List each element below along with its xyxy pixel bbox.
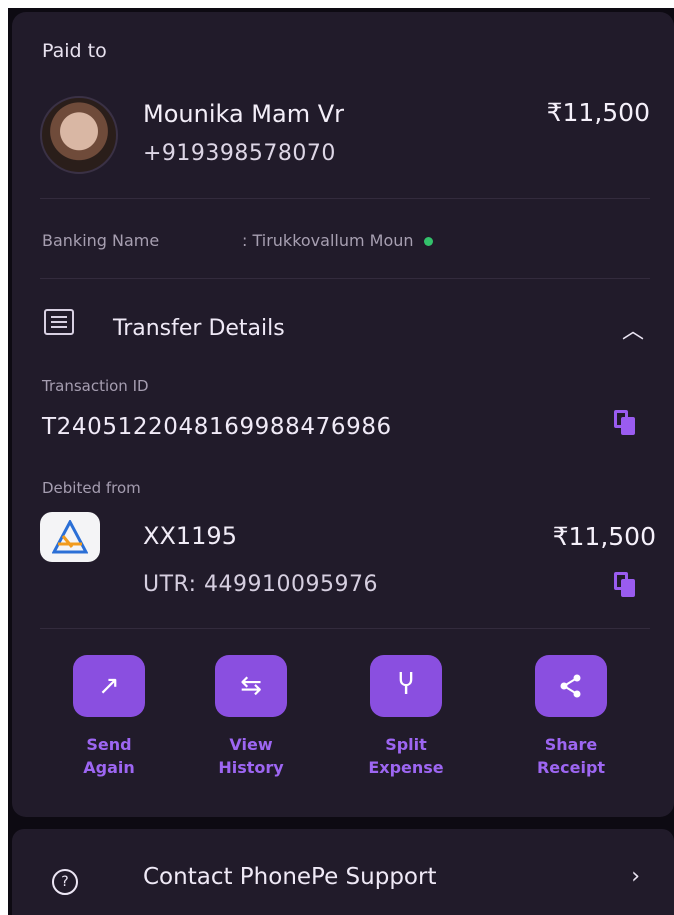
share-icon[interactable] bbox=[535, 655, 607, 717]
debited-amount: ₹11,500 bbox=[552, 522, 656, 551]
payee-phone: +919398578070 bbox=[143, 141, 336, 166]
split-icon[interactable]: Ⴤ bbox=[370, 655, 442, 717]
chevron-right-icon[interactable]: › bbox=[631, 864, 640, 889]
transfer-details-title[interactable]: Transfer Details bbox=[113, 316, 285, 341]
divider bbox=[40, 628, 650, 629]
divider bbox=[40, 198, 650, 199]
contact-support-label[interactable]: Contact PhonePe Support bbox=[143, 864, 436, 890]
arrow-up-right-icon[interactable]: ↗ bbox=[73, 655, 145, 717]
transaction-id-label: Transaction ID bbox=[42, 377, 149, 395]
chevron-up-icon[interactable]: ︿ bbox=[622, 313, 644, 345]
transaction-id-value: T2405122048169988476986 bbox=[42, 414, 392, 440]
payee-avatar bbox=[40, 96, 118, 174]
divider bbox=[40, 278, 650, 279]
banking-name-text: : Tirukkovallum Moun bbox=[242, 231, 414, 250]
copy-icon[interactable] bbox=[614, 410, 636, 436]
verified-icon bbox=[423, 237, 433, 246]
payee-name: Mounika Mam Vr bbox=[143, 100, 344, 128]
document-icon bbox=[44, 309, 74, 335]
split-expense-label: Split Expense bbox=[368, 735, 444, 777]
bank-logo bbox=[40, 512, 100, 562]
quick-actions: ↗ Send Again ⇆ View History Ⴤ Split Expe… bbox=[40, 655, 640, 795]
view-history-button[interactable]: ⇆ View History bbox=[196, 655, 306, 779]
utr-number: UTR: 449910095976 bbox=[143, 572, 379, 597]
share-receipt-button[interactable]: Share Receipt bbox=[516, 655, 626, 779]
split-expense-button[interactable]: Ⴤ Split Expense bbox=[351, 655, 461, 779]
paid-to-label: Paid to bbox=[42, 40, 107, 62]
debited-from-label: Debited from bbox=[42, 479, 141, 497]
swap-icon[interactable]: ⇆ bbox=[215, 655, 287, 717]
paid-amount: ₹11,500 bbox=[546, 98, 650, 127]
send-again-label: Send Again bbox=[83, 735, 135, 777]
share-receipt-label: Share Receipt bbox=[536, 735, 606, 777]
send-again-button[interactable]: ↗ Send Again bbox=[54, 655, 164, 779]
view-history-label: View History bbox=[218, 735, 284, 777]
banking-name-value: : Tirukkovallum Moun bbox=[242, 231, 433, 250]
banking-name-label: Banking Name bbox=[42, 231, 160, 250]
account-number: XX1195 bbox=[143, 522, 237, 550]
help-icon: ? bbox=[52, 869, 78, 895]
copy-icon[interactable] bbox=[614, 572, 636, 598]
